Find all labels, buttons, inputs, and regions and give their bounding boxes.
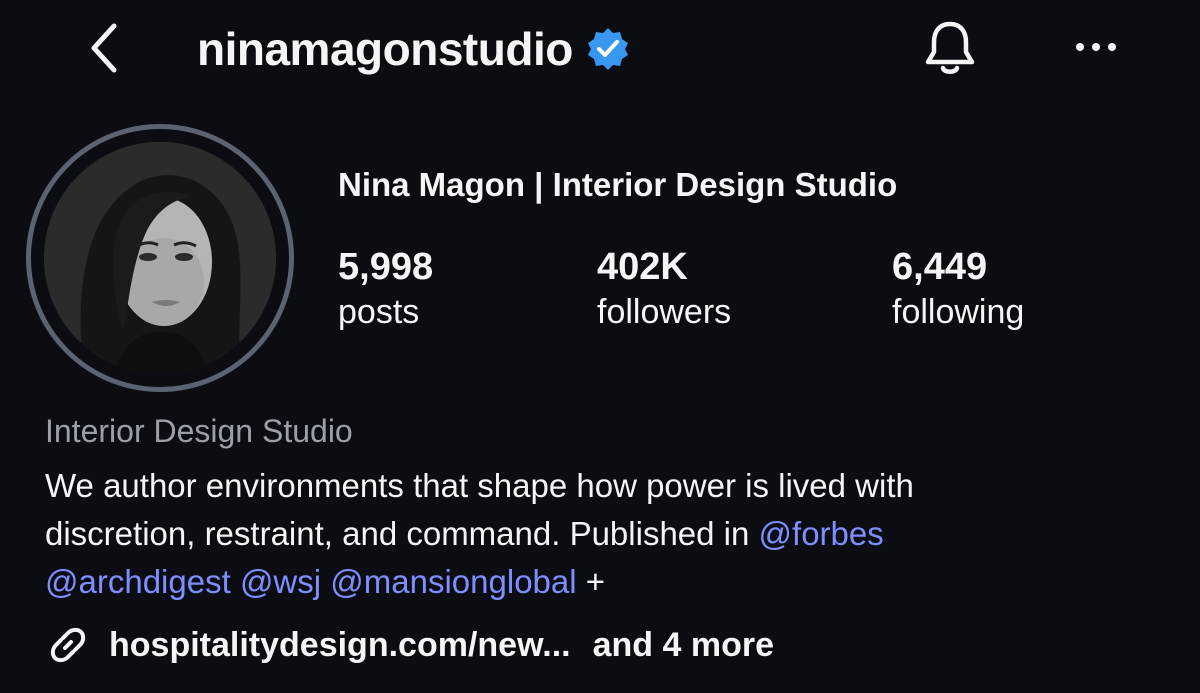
bell-icon [921,18,979,83]
followers-count: 402K [597,246,688,288]
avatar-story-ring[interactable] [26,124,294,392]
header-title: ninamagonstudio [197,18,631,80]
back-button[interactable] [78,22,130,78]
verified-badge-icon [585,26,631,72]
avatar [44,142,276,374]
more-links[interactable]: and 4 more [593,626,774,665]
bio-line-1: We author environments that shape how po… [45,467,914,504]
bio-text: We author environments that shape how po… [45,462,1155,606]
mention-archdigest[interactable]: @archdigest [45,563,231,600]
profile-category: Interior Design Studio [45,413,353,449]
notifications-button[interactable] [918,18,982,82]
more-options-button[interactable] [1068,26,1124,72]
followers-label: followers [597,293,732,331]
stat-posts[interactable]: 5,998 posts [338,244,433,334]
more-horizontal-icon [1072,40,1120,58]
chevron-left-icon [86,22,122,79]
bio-line-3: @archdigest @wsj @mansionglobal + [45,558,1155,606]
profile-links: hospitalitydesign.com/new... and 4 more [45,618,774,672]
mention-forbes[interactable]: @forbes [759,515,884,552]
bio-plus: + [585,563,606,600]
bio-line-2: discretion, restraint, and command. Publ… [45,510,1155,558]
display-name: Nina Magon | Interior Design Studio [338,166,898,203]
mention-mansionglobal[interactable]: @mansionglobal [330,563,576,600]
link-chain-icon [45,622,91,668]
primary-link[interactable]: hospitalitydesign.com/new... [109,626,571,665]
following-count: 6,449 [892,246,988,288]
mention-wsj[interactable]: @wsj [240,563,321,600]
stat-following[interactable]: 6,449 following [892,244,1024,334]
posts-count: 5,998 [338,246,434,288]
username: ninamagonstudio [197,23,573,75]
profile-screen: ninamagonstudio Nina Magon | Interior De… [0,0,1200,693]
bio-line-2-text: discretion, restraint, and command. Publ… [45,515,759,552]
posts-label: posts [338,293,420,331]
following-label: following [892,293,1025,331]
stat-followers[interactable]: 402K followers [597,244,731,334]
